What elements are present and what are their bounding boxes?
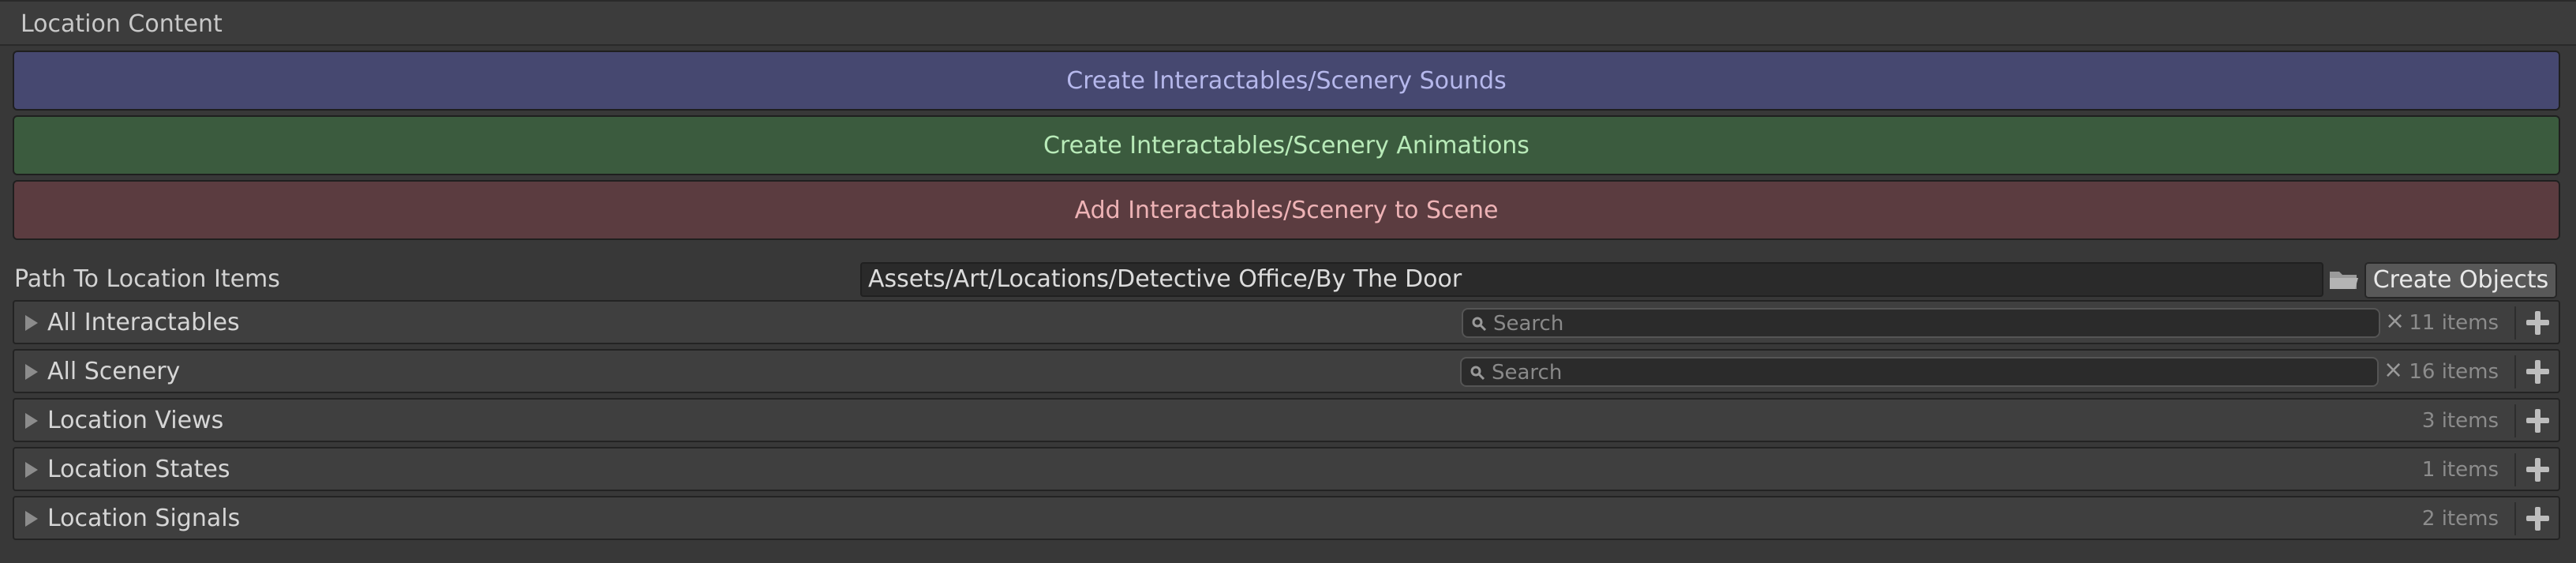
search-input[interactable]: Search — [1462, 308, 2380, 338]
list-all-scenery[interactable]: All Scenery Search × 16 items — [13, 349, 2560, 393]
add-item-icon[interactable] — [2524, 407, 2551, 434]
add-item-icon[interactable] — [2524, 456, 2551, 483]
list-location-views[interactable]: Location Views 3 items — [13, 398, 2560, 442]
item-count: 3 items — [2421, 409, 2499, 433]
list-label: All Scenery — [47, 358, 181, 385]
foldout-arrow-icon[interactable] — [25, 364, 38, 380]
divider — [2514, 306, 2516, 340]
list-location-states[interactable]: Location States 1 items — [13, 447, 2560, 491]
foldout-arrow-icon[interactable] — [25, 315, 38, 331]
divider — [2514, 453, 2516, 486]
section-header: Location Content — [0, 0, 2576, 46]
search-placeholder: Search — [1493, 312, 1564, 336]
path-input[interactable]: Assets/Art/Locations/Detective Office/By… — [860, 262, 2323, 297]
search-input[interactable]: Search — [1460, 357, 2379, 387]
search-placeholder: Search — [1492, 361, 1563, 385]
folder-icon[interactable] — [2328, 268, 2360, 291]
list-label: All Interactables — [47, 309, 240, 336]
add-item-icon[interactable] — [2524, 358, 2551, 385]
path-label: Path To Location Items — [14, 265, 280, 293]
list-label: Location Signals — [47, 505, 241, 532]
search-icon — [1472, 317, 1487, 332]
add-item-icon[interactable] — [2524, 310, 2551, 336]
list-label: Location States — [47, 456, 230, 483]
foldout-arrow-icon[interactable] — [25, 413, 38, 429]
divider — [2514, 355, 2516, 388]
item-count: 11 items — [2409, 311, 2499, 335]
list-all-interactables[interactable]: All Interactables Search × 11 items — [13, 300, 2560, 344]
list-label: Location Views — [47, 407, 224, 434]
divider — [2514, 404, 2516, 437]
list-location-signals[interactable]: Location Signals 2 items — [13, 496, 2560, 540]
foldout-arrow-icon[interactable] — [25, 511, 38, 527]
add-item-icon[interactable] — [2524, 505, 2551, 532]
foldout-arrow-icon[interactable] — [25, 462, 38, 478]
section-title: Location Content — [21, 10, 223, 38]
create-animations-button[interactable]: Create Interactables/Scenery Animations — [13, 115, 2560, 175]
item-count: 2 items — [2421, 507, 2499, 531]
divider — [2514, 502, 2516, 535]
add-to-scene-button[interactable]: Add Interactables/Scenery to Scene — [13, 180, 2560, 240]
search-icon — [1470, 366, 1485, 381]
item-count: 16 items — [2409, 360, 2499, 384]
item-count: 1 items — [2421, 458, 2499, 482]
create-sounds-button[interactable]: Create Interactables/Scenery Sounds — [13, 51, 2560, 111]
create-objects-button[interactable]: Create Objects — [2364, 262, 2557, 298]
